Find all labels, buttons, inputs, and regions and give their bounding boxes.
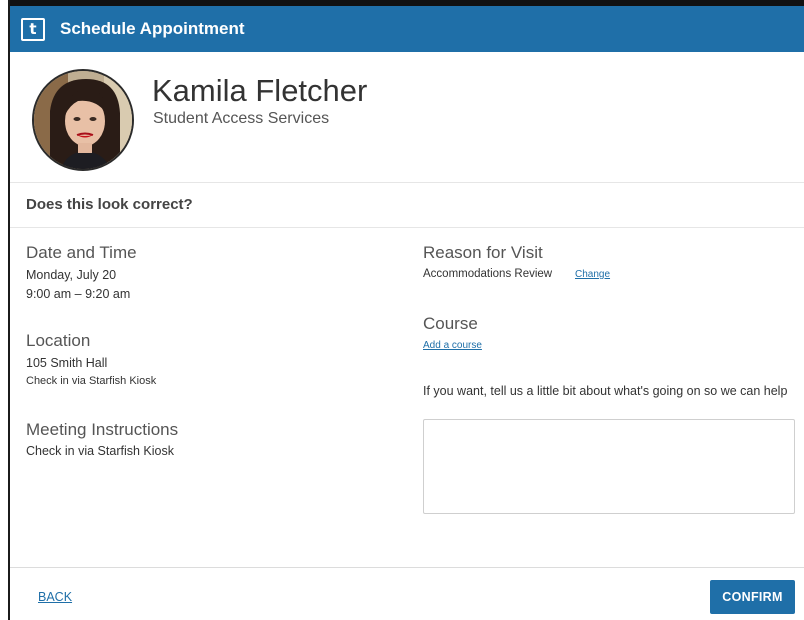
confirm-heading: Does this look correct? bbox=[26, 196, 193, 213]
appointment-dialog: t Schedule Appointment Kamila Fletcher S… bbox=[8, 0, 804, 620]
divider bbox=[10, 182, 804, 183]
location-note: Check in via Starfish Kiosk bbox=[26, 375, 157, 387]
title-bar: t Schedule Appointment bbox=[10, 0, 804, 52]
meeting-instructions-title: Meeting Instructions bbox=[26, 420, 179, 439]
location-title: Location bbox=[26, 331, 91, 350]
footer-divider bbox=[10, 567, 804, 568]
add-course-link[interactable]: Add a course bbox=[423, 339, 482, 353]
divider bbox=[10, 227, 804, 228]
notes-label: If you want, tell us a little bit about … bbox=[423, 384, 788, 398]
back-link[interactable]: BACK bbox=[38, 590, 72, 604]
reason-value: Accommodations Review bbox=[423, 268, 553, 280]
appointment-date: Monday, July 20 bbox=[26, 268, 117, 282]
reason-title: Reason for Visit bbox=[423, 243, 543, 262]
appointment-time: 9:00 am – 9:20 am bbox=[26, 287, 131, 301]
location-place: 105 Smith Hall bbox=[26, 356, 108, 370]
dialog-title: Schedule Appointment bbox=[60, 19, 245, 38]
advisor-department: Student Access Services bbox=[153, 110, 330, 127]
starfish-logo-icon: t bbox=[21, 18, 45, 41]
advisor-photo bbox=[34, 71, 132, 169]
course-title: Course bbox=[423, 314, 478, 333]
notes-textarea[interactable] bbox=[423, 419, 795, 514]
date-time-title: Date and Time bbox=[26, 243, 137, 262]
change-reason-link[interactable]: Change bbox=[575, 268, 610, 282]
avatar bbox=[32, 69, 134, 171]
confirm-button[interactable]: CONFIRM bbox=[710, 580, 795, 614]
meeting-instructions-text: Check in via Starfish Kiosk bbox=[26, 444, 174, 458]
advisor-name: Kamila Fletcher bbox=[152, 73, 368, 108]
